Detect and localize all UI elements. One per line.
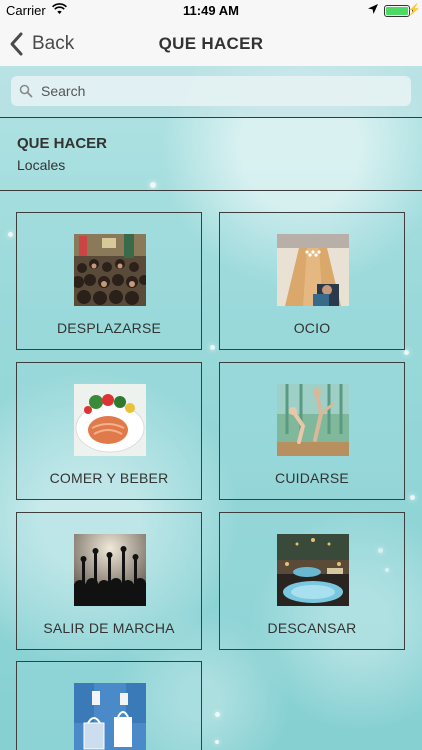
status-bar: Carrier 11:49 AM ⚡ (0, 0, 422, 22)
crowd-street-photo (74, 234, 146, 306)
shopping-bags-photo (74, 683, 146, 750)
page-title: QUE HACER (158, 34, 264, 53)
tile-label: CUIDARSE (275, 470, 349, 486)
tile-shopping[interactable] (16, 661, 202, 750)
bokeh-dot (215, 712, 220, 717)
tile-label: OCIO (293, 320, 331, 336)
battery-icon (384, 5, 410, 17)
divider (0, 117, 422, 118)
tile-label: COMER Y BEBER (49, 470, 169, 486)
tile-label: SALIR DE MARCHA (43, 620, 175, 636)
salmon-dish-photo (74, 384, 146, 456)
tile-desplazarse[interactable]: DESPLAZARSE (16, 212, 202, 350)
bokeh-dot (404, 350, 409, 355)
search-bar (0, 66, 422, 118)
status-time: 11:49 AM (183, 3, 239, 18)
bokeh-dot (210, 345, 215, 350)
charging-bolt-icon: ⚡ (407, 4, 421, 16)
tile-salir-de-marcha[interactable]: SALIR DE MARCHA (16, 512, 202, 650)
section-title: QUE HACER (17, 135, 108, 152)
tile-label: DESPLAZARSE (56, 320, 162, 336)
bokeh-dot (150, 182, 156, 188)
bokeh-dot (215, 740, 219, 744)
search-icon (19, 84, 33, 98)
tile-ocio[interactable]: OCIO (219, 212, 405, 350)
tile-descansar[interactable]: DESCANSAR (219, 512, 405, 650)
bokeh-dot (8, 232, 13, 237)
tile-label: DESCANSAR (267, 620, 357, 636)
section-subtitle: Locales (17, 157, 66, 173)
location-arrow-icon (368, 4, 378, 14)
pool-lounge-photo (277, 534, 349, 606)
bowling-alley-photo (277, 234, 349, 306)
tile-cuidarse[interactable]: CUIDARSE (219, 362, 405, 500)
divider (0, 190, 422, 191)
search-input[interactable] (41, 83, 401, 99)
concert-crowd-photo (74, 534, 146, 606)
search-field[interactable] (11, 76, 411, 106)
bokeh-dot (410, 495, 415, 500)
navigation-bar: Back QUE HACER (0, 22, 422, 66)
yoga-photo (277, 384, 349, 456)
tile-comer-y-beber[interactable]: COMER Y BEBER (16, 362, 202, 500)
